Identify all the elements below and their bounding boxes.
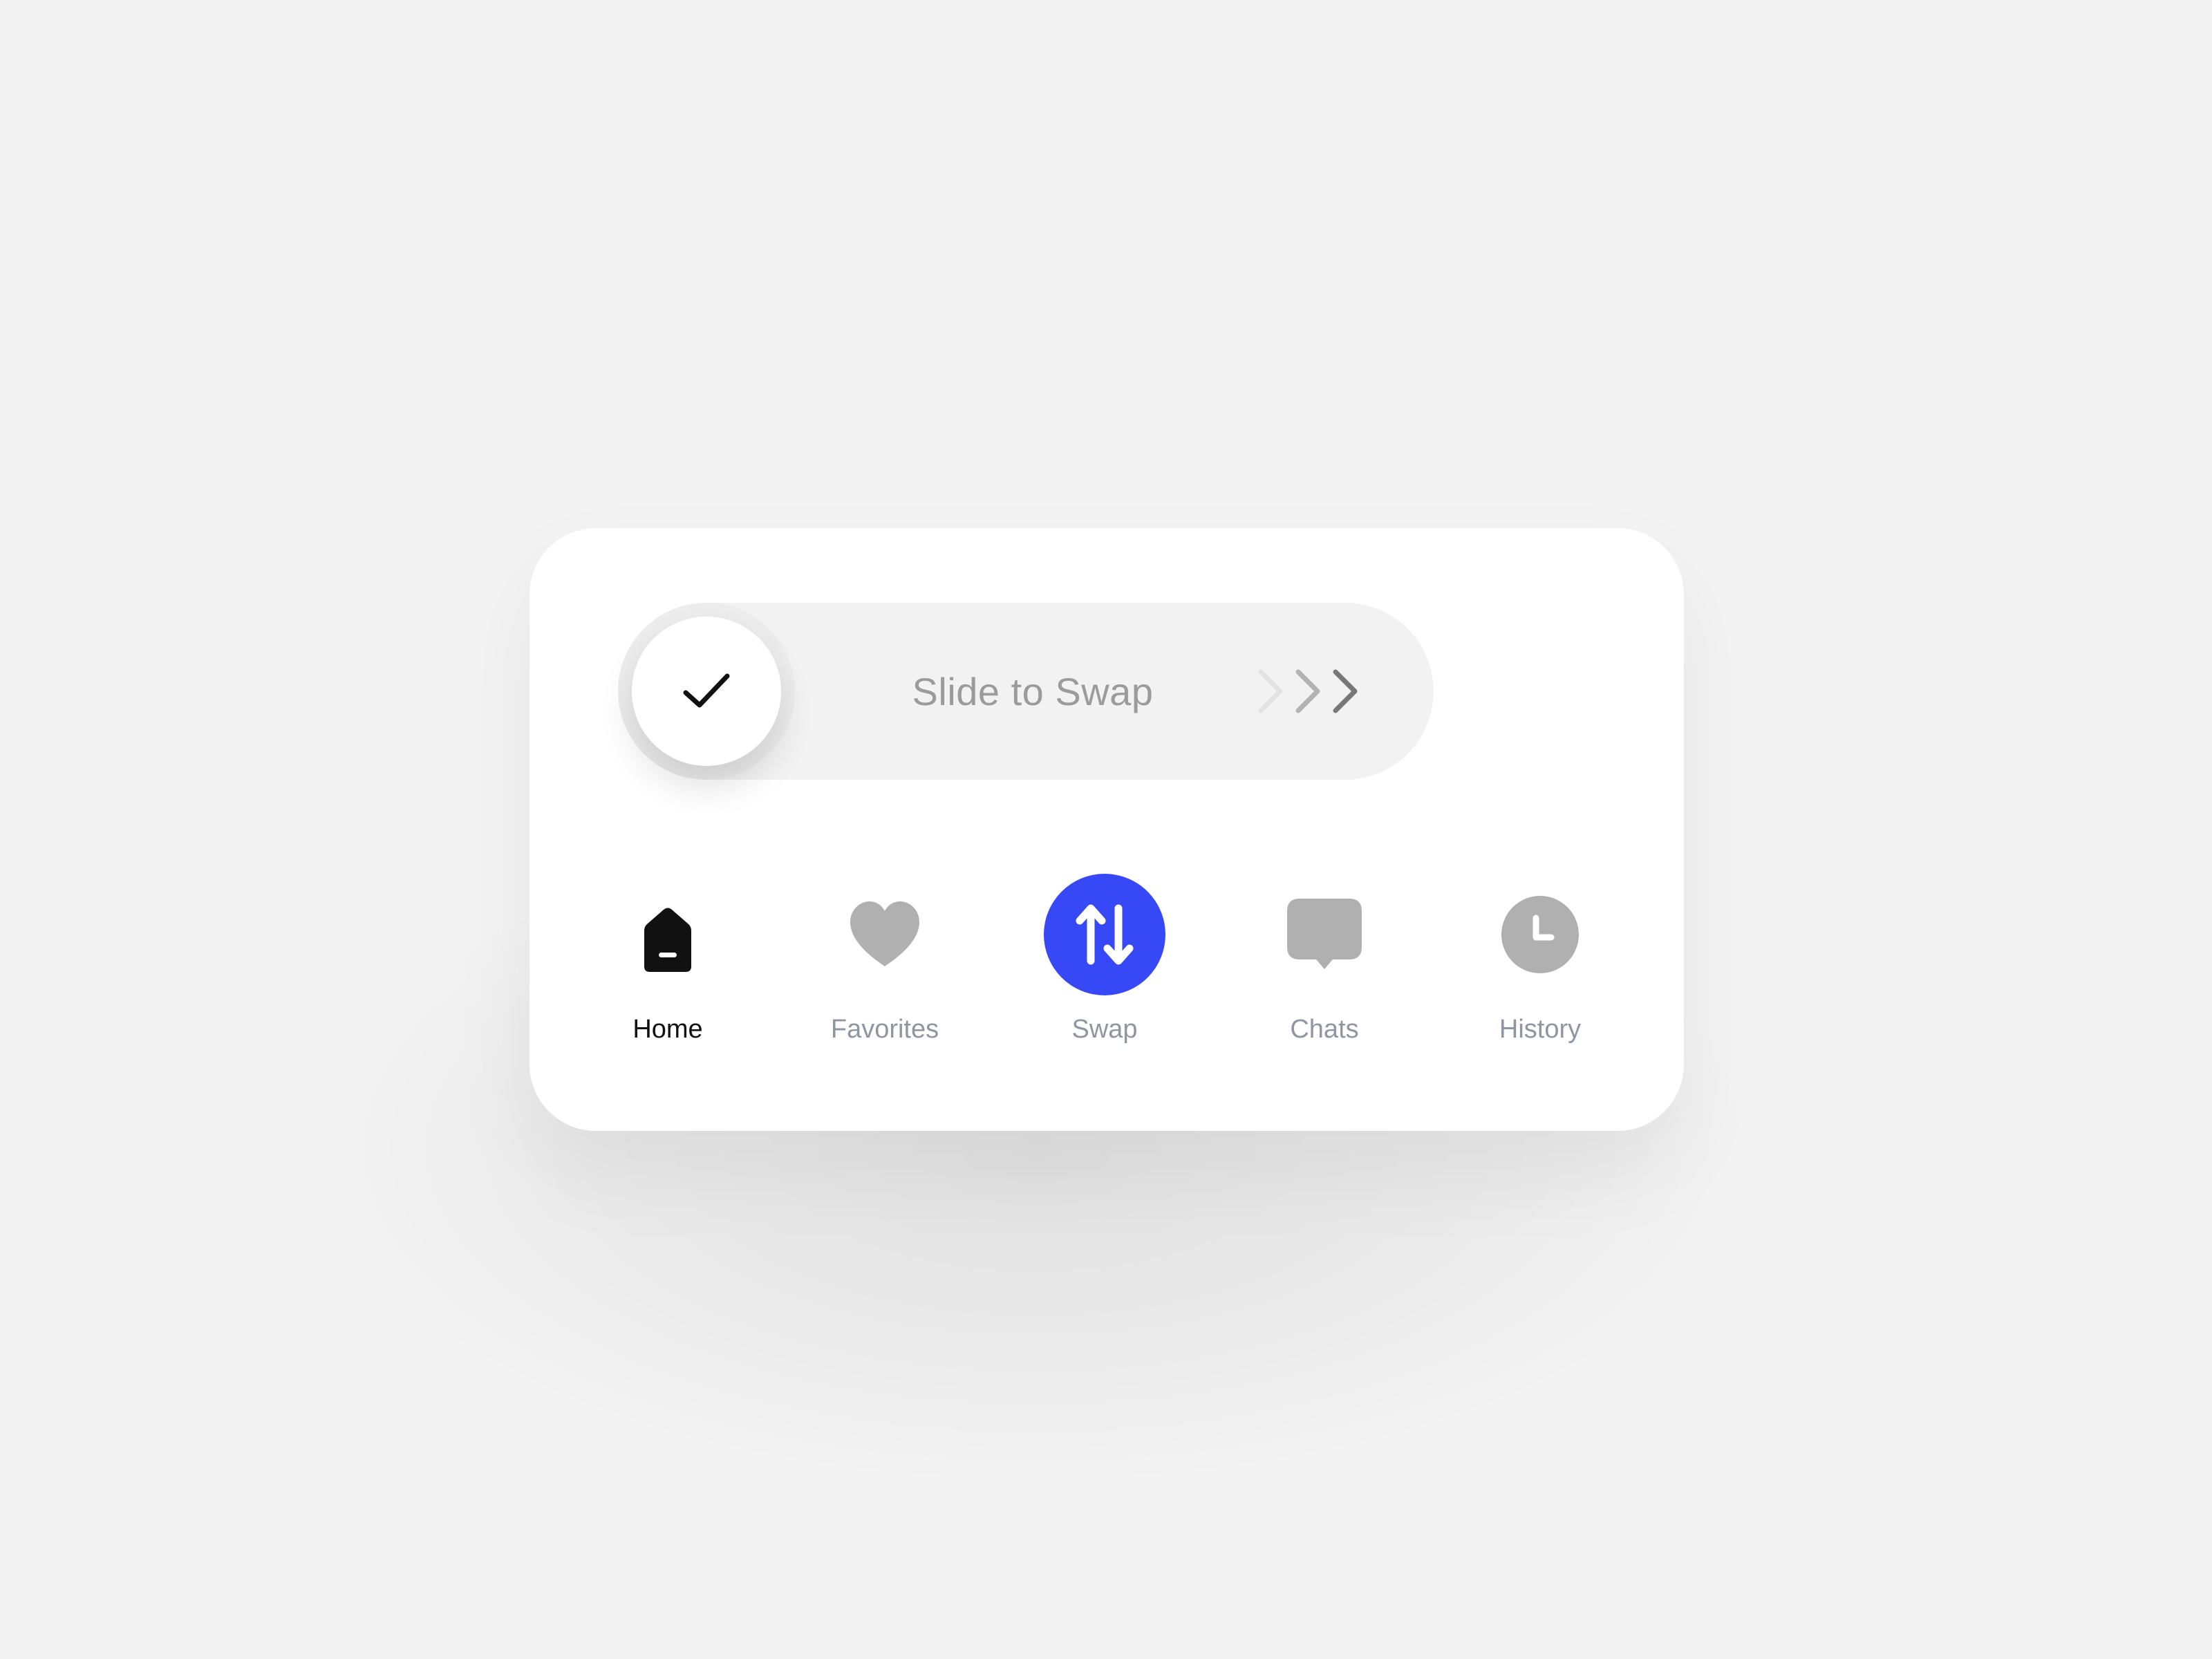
home-icon — [644, 908, 691, 972]
swap-button-circle — [1044, 874, 1165, 995]
nav-item-chats[interactable]: Chats — [1221, 874, 1428, 1053]
triple-chevron-right-icon — [1258, 669, 1358, 713]
heart-icon — [850, 901, 919, 966]
nav-label-favorites: Favorites — [830, 1015, 939, 1044]
chat-bubble-icon — [1287, 899, 1362, 969]
bottom-nav: Home Favorites Swap Chats History — [529, 874, 1684, 1053]
nav-label-home: Home — [632, 1015, 703, 1044]
nav-item-swap[interactable]: Swap — [1001, 874, 1208, 1053]
slide-to-swap-slider[interactable]: Slide to Swap — [618, 603, 1434, 780]
nav-item-history[interactable]: History — [1436, 874, 1644, 1053]
swap-arrows-icon — [1076, 904, 1134, 965]
slider-knob[interactable] — [632, 617, 781, 766]
clock-icon — [1501, 896, 1579, 973]
nav-item-home[interactable]: Home — [564, 874, 771, 1053]
swap-card: Slide to Swap Home Favorites Swap Chats … — [529, 528, 1684, 1131]
nav-item-favorites[interactable]: Favorites — [781, 874, 988, 1053]
check-icon — [683, 673, 730, 708]
nav-label-chats: Chats — [1290, 1015, 1359, 1044]
nav-label-history: History — [1499, 1015, 1582, 1044]
nav-label-swap: Swap — [1071, 1015, 1138, 1044]
